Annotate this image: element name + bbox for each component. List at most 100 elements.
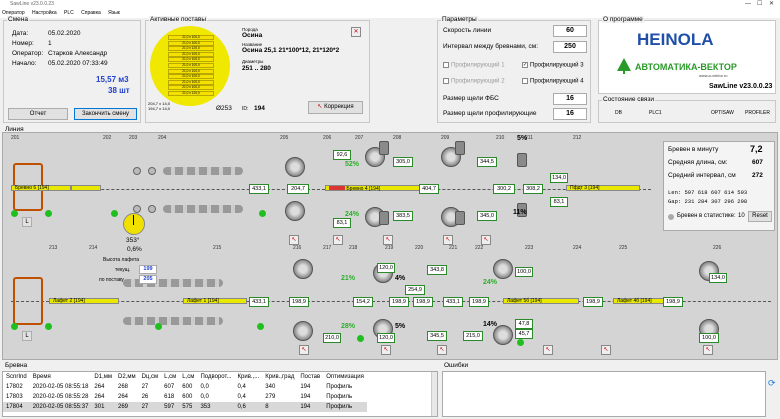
sec-226: 226 xyxy=(713,245,722,251)
diameters-value: 251 .. 280 xyxy=(242,65,271,72)
profiler2-checkbox[interactable]: Профилирующий 2 xyxy=(443,78,505,85)
reset-210-icon[interactable]: ↖ xyxy=(481,235,491,245)
box-bot-198c: 198,9 xyxy=(413,297,433,307)
saw-222-upper xyxy=(493,259,513,279)
col-l2[interactable]: L,см xyxy=(179,372,197,382)
reset-216-icon[interactable]: ↖ xyxy=(299,345,309,355)
menu-help[interactable]: Справка xyxy=(81,10,101,16)
menu-language[interactable]: Язык xyxy=(108,10,120,16)
saw-216-upper xyxy=(293,259,313,279)
correction-button[interactable]: ↖ Коррекция xyxy=(308,101,363,114)
fbs-gap-input[interactable]: 16 xyxy=(553,93,587,105)
profiler1-checkbox[interactable]: Профилирующий 1 xyxy=(443,62,505,69)
status-dot-4 xyxy=(259,210,266,217)
avektor-logo: АВТОМАТИКА-ВЕКТОР xyxy=(635,62,737,72)
conveyor-bottom-lower xyxy=(123,317,223,325)
menu-settings[interactable]: Настройка xyxy=(32,10,57,16)
col-turn[interactable]: Подворот... xyxy=(197,372,234,382)
reset-223-icon[interactable]: ↖ xyxy=(543,345,553,355)
belt-bundle2-id: [194] xyxy=(73,298,85,304)
reset-stats-button[interactable]: Reset xyxy=(748,211,772,222)
avg-interval-label: Средний интервал, см xyxy=(668,172,736,179)
cell: 194 xyxy=(300,384,311,390)
reset-221-icon[interactable]: ↖ xyxy=(437,345,447,355)
speed-label: Скорость линии xyxy=(443,27,492,34)
speed-input[interactable]: 60 xyxy=(553,25,587,37)
cell: 0,6 xyxy=(234,402,263,412)
table-row[interactable]: 17804 2020-02-05 08:55:37 301 269 27 597 575 35… xyxy=(3,402,367,412)
report-button[interactable]: Отчет xyxy=(8,108,68,120)
cell: 194 xyxy=(300,394,311,400)
cell: 607 xyxy=(164,384,175,390)
cell: 0,4 xyxy=(237,394,246,400)
col-setup[interactable]: Постав xyxy=(297,372,323,382)
maximize-icon[interactable]: ☐ xyxy=(757,0,762,9)
reset-205-icon[interactable]: ↖ xyxy=(289,235,299,245)
belt-log4-id: [194] xyxy=(369,186,381,192)
col-d2[interactable]: D2,мм xyxy=(115,372,139,382)
col-optimization[interactable]: Оптимизация xyxy=(323,372,367,382)
menu-plc[interactable]: PLC xyxy=(64,10,74,16)
motor-207-lower xyxy=(379,211,389,225)
close-icon[interactable]: ✕ xyxy=(769,0,774,9)
close-setup-icon[interactable]: ✕ xyxy=(351,27,361,37)
current-value: 199 xyxy=(139,265,157,274)
profiler3-checkbox[interactable]: ✓ Профилирующий 3 xyxy=(522,62,584,69)
interval-input[interactable]: 250 xyxy=(553,41,587,53)
table-row[interactable]: 17803 2020-02-05 08:55:28 264 264 26 618 600 0,… xyxy=(3,392,367,402)
pattern-board: 21,0 x 100,0 xyxy=(168,62,214,68)
col-dc[interactable]: Dц,см xyxy=(139,372,162,382)
col-scnrind[interactable]: ScnrInd xyxy=(3,372,30,382)
side-l-button-bottom[interactable]: L xyxy=(22,331,32,341)
active-setups-title: Активные поставы xyxy=(149,16,208,23)
sec-221: 221 xyxy=(449,245,458,251)
stats-panel: Бревен в минуту 7,2 Средняя длина, см: 6… xyxy=(663,141,775,231)
pct-black-14: 14% xyxy=(483,321,498,328)
heinola-logo: HEINOLA xyxy=(637,30,714,49)
logs-scrollbar[interactable] xyxy=(431,372,437,416)
reset-207-icon[interactable]: ↖ xyxy=(383,235,393,245)
correction-button-label: Коррекция xyxy=(324,104,354,110)
col-time[interactable]: Время xyxy=(30,372,92,382)
roller-top-1 xyxy=(133,167,141,175)
line-panel: 201 202 203 204 205 206 207 208 209 210 … xyxy=(2,132,778,360)
minimize-icon[interactable]: — xyxy=(745,0,751,9)
prof-gap-input[interactable]: 16 xyxy=(553,108,587,120)
reset-224-icon[interactable]: ↖ xyxy=(601,345,611,355)
box-bot-198f: 198,9 xyxy=(663,297,683,307)
col-curv[interactable]: Крив.,... xyxy=(235,372,263,382)
avektor-url: www.a-vektor.ru xyxy=(699,73,728,78)
reset-226-icon[interactable]: ↖ xyxy=(703,345,713,355)
reset-206-icon[interactable]: ↖ xyxy=(333,235,343,245)
box-top-92: 92,6 xyxy=(333,150,351,160)
cell: 600 xyxy=(182,384,193,390)
side-l-button-top[interactable]: L xyxy=(22,217,32,227)
refresh-icon[interactable]: ⟳ xyxy=(768,378,776,389)
conn-db: DB xyxy=(615,110,622,116)
profiler1-label: Профилирующий 1 xyxy=(451,62,505,69)
box-top-134: 134,0 xyxy=(550,173,568,183)
reset-209-icon[interactable]: ↖ xyxy=(443,235,453,245)
conn-optisaw: OPTISAW xyxy=(711,110,734,116)
interval-label: Интервал между бревнами, см: xyxy=(443,43,539,50)
box-bot-210: 210,0 xyxy=(323,333,341,343)
col-d1[interactable]: D1,мм xyxy=(91,372,115,382)
col-l1[interactable]: L,см xyxy=(161,372,179,382)
stats-indicator-icon xyxy=(668,214,674,220)
profiler4-checkbox[interactable]: Профилирующий 4 xyxy=(522,78,584,85)
motor-209-lower xyxy=(455,211,465,225)
reset-219-icon[interactable]: ↖ xyxy=(381,345,391,355)
cell: 340 xyxy=(265,384,276,390)
box-top-345a: 344,5 xyxy=(477,157,497,167)
sec-212: 212 xyxy=(573,135,582,141)
avg-length-value: 607 xyxy=(752,159,763,166)
sec-201: 201 xyxy=(11,135,20,141)
setup-name-value: Осина 25,1 21*100*12, 21*120*2 xyxy=(242,47,340,54)
col-curv-deg[interactable]: Крив.,град xyxy=(262,372,297,382)
sec-204: 204 xyxy=(158,135,167,141)
profiler1-check-icon xyxy=(443,62,449,68)
current-label: текущ. xyxy=(115,267,131,273)
end-shift-button[interactable]: Закончить смену xyxy=(74,108,137,120)
box-bot-100b: 100,0 xyxy=(515,267,533,277)
table-row[interactable]: 17802 2020-02-05 08:55:18 264 268 27 607 600 0,… xyxy=(3,382,367,392)
